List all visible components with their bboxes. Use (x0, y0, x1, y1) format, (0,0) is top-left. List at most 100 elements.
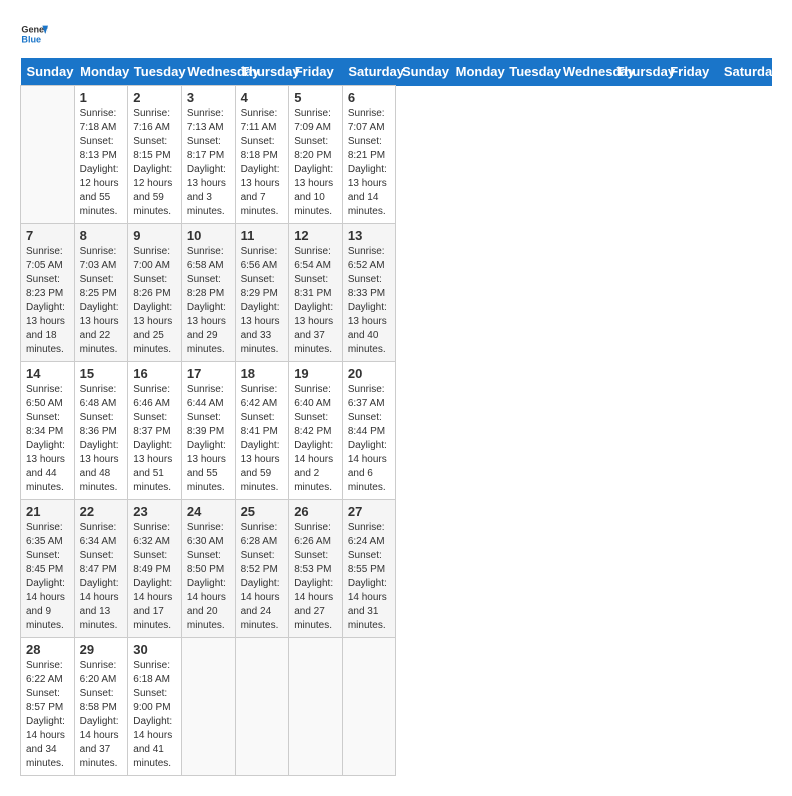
calendar-cell: 4 Sunrise: 7:11 AM Sunset: 8:18 PM Daylig… (235, 86, 289, 224)
calendar-cell: 12Sunrise: 6:54 AM Sunset: 8:31 PM Dayli… (289, 224, 343, 362)
calendar-cell: 26 Sunrise: 6:26 AM Sunset: 8:53 PM Dayli… (289, 500, 343, 638)
day-info: Sunrise: 6:22 AM Sunset: 8:57 PM Dayligh… (26, 659, 69, 771)
day-number: 9 (133, 228, 176, 243)
day-info: Sunrise: 6:35 AM Sunset: 8:45 PM Dayligh… (26, 521, 69, 633)
day-number: 16 (133, 366, 176, 381)
col-header-friday: Friday (664, 58, 718, 86)
day-info: Sunrise: 7:09 AM Sunset: 8:20 PM Dayligh… (294, 107, 337, 219)
day-number: 29 (80, 642, 123, 657)
day-info: Sunrise: 7:03 AM Sunset: 8:25 PM Dayligh… (80, 245, 123, 357)
day-info: Sunrise: 7:05 AM Sunset: 8:23 PM Dayligh… (26, 245, 69, 357)
day-number: 17 (187, 366, 230, 381)
svg-text:Blue: Blue (21, 34, 41, 44)
day-number: 12 (294, 228, 337, 243)
col-header-monday: Monday (450, 58, 504, 86)
day-info: Sunrise: 6:26 AM Sunset: 8:53 PM Dayligh… (294, 521, 337, 633)
calendar-cell (181, 638, 235, 776)
calendar-cell: 1 Sunrise: 7:18 AM Sunset: 8:13 PM Daylig… (74, 86, 128, 224)
week-row-5: 28 Sunrise: 6:22 AM Sunset: 8:57 PM Dayli… (21, 638, 772, 776)
day-info: Sunrise: 6:24 AM Sunset: 8:55 PM Dayligh… (348, 521, 391, 633)
calendar-cell (342, 638, 396, 776)
calendar-cell: 29 Sunrise: 6:20 AM Sunset: 8:58 PM Dayli… (74, 638, 128, 776)
header-sunday: Sunday (21, 58, 75, 86)
day-number: 15 (80, 366, 123, 381)
day-number: 2 (133, 90, 176, 105)
calendar-cell: 22 Sunrise: 6:34 AM Sunset: 8:47 PM Dayli… (74, 500, 128, 638)
calendar-cell: 28 Sunrise: 6:22 AM Sunset: 8:57 PM Dayli… (21, 638, 75, 776)
calendar-cell: 19Sunrise: 6:40 AM Sunset: 8:42 PM Dayli… (289, 362, 343, 500)
calendar-cell: 23 Sunrise: 6:32 AM Sunset: 8:49 PM Dayli… (128, 500, 182, 638)
day-number: 23 (133, 504, 176, 519)
calendar-cell: 27 Sunrise: 6:24 AM Sunset: 8:55 PM Dayli… (342, 500, 396, 638)
col-header-saturday: Saturday (718, 58, 772, 86)
header-tuesday: Tuesday (128, 58, 182, 86)
calendar-cell: 17 Sunrise: 6:44 AM Sunset: 8:39 PM Dayli… (181, 362, 235, 500)
day-number: 7 (26, 228, 69, 243)
col-header-tuesday: Tuesday (503, 58, 557, 86)
day-number: 6 (348, 90, 391, 105)
day-info: Sunrise: 7:00 AM Sunset: 8:26 PM Dayligh… (133, 245, 176, 357)
calendar-cell (235, 638, 289, 776)
day-number: 13 (348, 228, 391, 243)
day-info: Sunrise: 6:50 AM Sunset: 8:34 PM Dayligh… (26, 383, 69, 495)
calendar-cell: 24Sunrise: 6:30 AM Sunset: 8:50 PM Dayli… (181, 500, 235, 638)
calendar-cell: 11 Sunrise: 6:56 AM Sunset: 8:29 PM Dayli… (235, 224, 289, 362)
calendar-cell: 3 Sunrise: 7:13 AM Sunset: 8:17 PM Daylig… (181, 86, 235, 224)
week-row-2: 7 Sunrise: 7:05 AM Sunset: 8:23 PM Daylig… (21, 224, 772, 362)
day-number: 14 (26, 366, 69, 381)
day-info: Sunrise: 6:46 AM Sunset: 8:37 PM Dayligh… (133, 383, 176, 495)
calendar-cell: 9 Sunrise: 7:00 AM Sunset: 8:26 PM Daylig… (128, 224, 182, 362)
day-info: Sunrise: 6:44 AM Sunset: 8:39 PM Dayligh… (187, 383, 230, 495)
day-number: 25 (241, 504, 284, 519)
day-number: 3 (187, 90, 230, 105)
day-info: Sunrise: 6:52 AM Sunset: 8:33 PM Dayligh… (348, 245, 391, 357)
day-info: Sunrise: 6:40 AM Sunset: 8:42 PM Dayligh… (294, 383, 337, 495)
day-info: Sunrise: 6:32 AM Sunset: 8:49 PM Dayligh… (133, 521, 176, 633)
day-info: Sunrise: 6:56 AM Sunset: 8:29 PM Dayligh… (241, 245, 284, 357)
day-number: 18 (241, 366, 284, 381)
calendar-cell: 30 Sunrise: 6:18 AM Sunset: 9:00 PM Dayli… (128, 638, 182, 776)
calendar-cell (21, 86, 75, 224)
day-info: Sunrise: 6:34 AM Sunset: 8:47 PM Dayligh… (80, 521, 123, 633)
day-number: 30 (133, 642, 176, 657)
header-friday: Friday (289, 58, 343, 86)
calendar-cell: 18Sunrise: 6:42 AM Sunset: 8:41 PM Dayli… (235, 362, 289, 500)
day-number: 26 (294, 504, 337, 519)
col-header-thursday: Thursday (611, 58, 665, 86)
day-number: 22 (80, 504, 123, 519)
day-number: 11 (241, 228, 284, 243)
day-info: Sunrise: 6:20 AM Sunset: 8:58 PM Dayligh… (80, 659, 123, 771)
calendar-cell: 2Sunrise: 7:16 AM Sunset: 8:15 PM Daylig… (128, 86, 182, 224)
calendar-table: SundayMondayTuesdayWednesdayThursdayFrid… (20, 58, 772, 776)
col-header-wednesday: Wednesday (557, 58, 611, 86)
day-number: 21 (26, 504, 69, 519)
day-info: Sunrise: 7:07 AM Sunset: 8:21 PM Dayligh… (348, 107, 391, 219)
calendar-cell: 21 Sunrise: 6:35 AM Sunset: 8:45 PM Dayli… (21, 500, 75, 638)
day-info: Sunrise: 7:18 AM Sunset: 8:13 PM Dayligh… (80, 107, 123, 219)
calendar-cell: 25 Sunrise: 6:28 AM Sunset: 8:52 PM Dayli… (235, 500, 289, 638)
header-saturday: Saturday (342, 58, 396, 86)
calendar-cell (289, 638, 343, 776)
col-header-sunday: Sunday (396, 58, 450, 86)
week-row-3: 14 Sunrise: 6:50 AM Sunset: 8:34 PM Dayli… (21, 362, 772, 500)
day-info: Sunrise: 6:18 AM Sunset: 9:00 PM Dayligh… (133, 659, 176, 771)
day-number: 1 (80, 90, 123, 105)
calendar-cell: 14 Sunrise: 6:50 AM Sunset: 8:34 PM Dayli… (21, 362, 75, 500)
header-thursday: Thursday (235, 58, 289, 86)
logo: General Blue (20, 20, 52, 48)
day-info: Sunrise: 7:11 AM Sunset: 8:18 PM Dayligh… (241, 107, 284, 219)
day-number: 4 (241, 90, 284, 105)
day-number: 27 (348, 504, 391, 519)
day-number: 28 (26, 642, 69, 657)
header-monday: Monday (74, 58, 128, 86)
week-row-1: 1 Sunrise: 7:18 AM Sunset: 8:13 PM Daylig… (21, 86, 772, 224)
week-row-4: 21 Sunrise: 6:35 AM Sunset: 8:45 PM Dayli… (21, 500, 772, 638)
day-info: Sunrise: 6:37 AM Sunset: 8:44 PM Dayligh… (348, 383, 391, 495)
calendar-cell: 8Sunrise: 7:03 AM Sunset: 8:25 PM Daylig… (74, 224, 128, 362)
day-info: Sunrise: 6:28 AM Sunset: 8:52 PM Dayligh… (241, 521, 284, 633)
calendar-cell: 16 Sunrise: 6:46 AM Sunset: 8:37 PM Dayli… (128, 362, 182, 500)
day-number: 24 (187, 504, 230, 519)
calendar-cell: 6 Sunrise: 7:07 AM Sunset: 8:21 PM Daylig… (342, 86, 396, 224)
logo-icon: General Blue (20, 20, 48, 48)
day-info: Sunrise: 7:13 AM Sunset: 8:17 PM Dayligh… (187, 107, 230, 219)
